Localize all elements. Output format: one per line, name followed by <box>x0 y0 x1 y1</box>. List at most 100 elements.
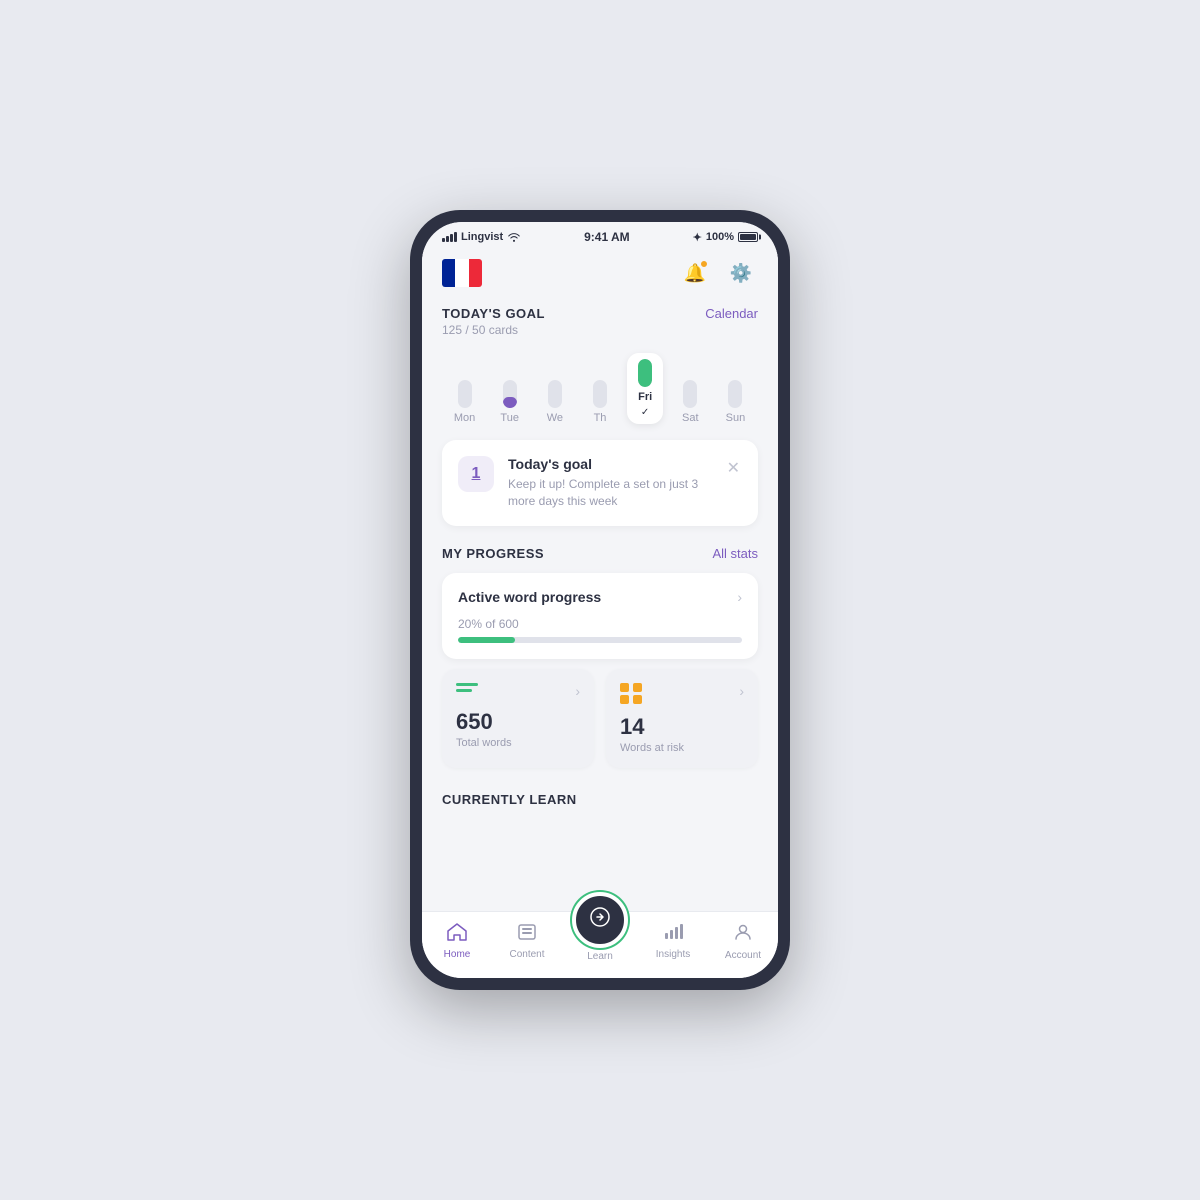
nav-learn[interactable]: Learn <box>572 920 628 962</box>
bottom-spacer <box>422 807 778 847</box>
todays-goal-progress: 125 / 50 cards <box>442 323 545 337</box>
goal-card-desc: Keep it up! Complete a set on just 3 mor… <box>508 476 711 510</box>
active-word-title: Active word progress <box>458 589 601 605</box>
currently-learn-section: CURRENTLY LEARN <box>422 788 778 807</box>
words-at-risk-label: Words at risk <box>620 742 744 754</box>
grid-cell-2 <box>633 683 642 692</box>
grid-cell-4 <box>633 695 642 704</box>
total-words-card[interactable]: › 650 Total words <box>442 669 594 768</box>
day-thu-bar <box>593 380 607 408</box>
week-calendar: Mon Tue We Th <box>422 341 778 432</box>
total-words-top: › <box>456 683 580 699</box>
day-mon[interactable]: Mon <box>447 380 483 424</box>
nav-insights[interactable]: Insights <box>648 923 698 960</box>
day-tue[interactable]: Tue <box>492 380 528 424</box>
active-word-header: Active word progress › <box>458 589 742 605</box>
total-words-number: 650 <box>456 709 580 735</box>
insights-icon <box>663 923 683 946</box>
day-thu-label: Th <box>594 412 607 424</box>
grid-cell-1 <box>620 683 629 692</box>
words-at-risk-chevron: › <box>739 683 744 699</box>
words-at-risk-top: › <box>620 683 744 704</box>
nav-home-label: Home <box>444 949 471 960</box>
battery-percent: 100% <box>706 231 734 243</box>
day-wed-label: We <box>547 412 563 424</box>
nav-content-label: Content <box>509 949 544 960</box>
day-sun-label: Sun <box>726 412 746 424</box>
nav-account[interactable]: Account <box>718 922 768 961</box>
progress-fill <box>458 637 515 643</box>
flag-blue <box>442 259 455 287</box>
active-word-chevron: › <box>737 589 742 605</box>
day-fri[interactable]: Fri ✓ <box>627 353 663 424</box>
progress-track <box>458 637 742 643</box>
day-fri-check: ✓ <box>641 407 649 418</box>
day-mon-bar <box>458 380 472 408</box>
stat-cards-row: › 650 Total words <box>442 669 758 768</box>
todays-goal-header: TODAY'S GOAL 125 / 50 cards Calendar <box>422 302 778 341</box>
goal-card-title: Today's goal <box>508 456 711 472</box>
nav-learn-label: Learn <box>587 951 613 962</box>
status-right: ✦ 100% <box>693 231 758 244</box>
learn-fab-icon <box>588 905 612 935</box>
goal-close-button[interactable]: ✕ <box>725 456 742 480</box>
language-flag[interactable] <box>442 259 482 287</box>
day-sun-bar <box>728 380 742 408</box>
goal-card: 1 Today's goal Keep it up! Complete a se… <box>442 440 758 526</box>
goal-text: Today's goal Keep it up! Complete a set … <box>508 456 711 510</box>
home-icon <box>447 923 467 946</box>
day-tue-bar <box>503 380 517 408</box>
total-words-chevron: › <box>575 683 580 699</box>
day-tue-label: Tue <box>500 412 519 424</box>
status-left: Lingvist <box>442 231 521 243</box>
day-fri-bar <box>638 359 652 387</box>
line-1 <box>456 683 478 686</box>
status-bar: Lingvist 9:41 AM ✦ 100% <box>422 222 778 248</box>
bluetooth-icon: ✦ <box>693 231 702 244</box>
day-mon-label: Mon <box>454 412 475 424</box>
notification-button[interactable]: 🔔 <box>678 256 712 290</box>
battery-icon <box>738 232 758 242</box>
my-progress-header: MY PROGRESS All stats <box>422 542 778 565</box>
nav-home[interactable]: Home <box>432 923 482 960</box>
all-stats-link[interactable]: All stats <box>712 546 758 561</box>
todays-goal-info: TODAY'S GOAL 125 / 50 cards <box>442 306 545 337</box>
wifi-icon <box>507 232 521 242</box>
goal-number: 1 <box>458 456 494 492</box>
calendar-link[interactable]: Calendar <box>705 306 758 321</box>
nav-account-label: Account <box>725 950 761 961</box>
flag-white <box>455 259 469 287</box>
app-header: 🔔 ⚙️ <box>422 248 778 302</box>
active-word-card[interactable]: Active word progress › 20% of 600 <box>442 573 758 659</box>
todays-goal-title: TODAY'S GOAL <box>442 306 545 321</box>
line-2 <box>456 689 472 692</box>
my-progress-title: MY PROGRESS <box>442 546 544 561</box>
carrier-label: Lingvist <box>461 231 503 243</box>
settings-button[interactable]: ⚙️ <box>724 256 758 290</box>
gear-icon: ⚙️ <box>730 263 752 284</box>
learn-fab-button[interactable] <box>572 892 628 948</box>
day-wed[interactable]: We <box>537 380 573 424</box>
day-sat-bar <box>683 380 697 408</box>
total-words-label: Total words <box>456 737 580 749</box>
content-icon <box>517 923 537 946</box>
day-sat-label: Sat <box>682 412 699 424</box>
phone-frame: Lingvist 9:41 AM ✦ 100% <box>410 210 790 990</box>
phone-screen: Lingvist 9:41 AM ✦ 100% <box>422 222 778 978</box>
currently-learn-title: CURRENTLY LEARN <box>442 792 758 807</box>
nav-insights-label: Insights <box>656 949 690 960</box>
progress-percent-label: 20% of 600 <box>458 617 742 631</box>
day-thu[interactable]: Th <box>582 380 618 424</box>
lines-icon <box>456 683 478 692</box>
day-sun[interactable]: Sun <box>717 380 753 424</box>
day-wed-bar <box>548 380 562 408</box>
day-sat[interactable]: Sat <box>672 380 708 424</box>
words-at-risk-card[interactable]: › 14 Words at risk <box>606 669 758 768</box>
nav-content[interactable]: Content <box>502 923 552 960</box>
grid-cell-3 <box>620 695 629 704</box>
account-icon <box>733 922 753 947</box>
grid-icon <box>620 683 642 704</box>
signal-icon <box>442 232 457 242</box>
my-progress-section: MY PROGRESS All stats Active word progre… <box>422 538 778 788</box>
bottom-nav: Home Content <box>422 911 778 978</box>
